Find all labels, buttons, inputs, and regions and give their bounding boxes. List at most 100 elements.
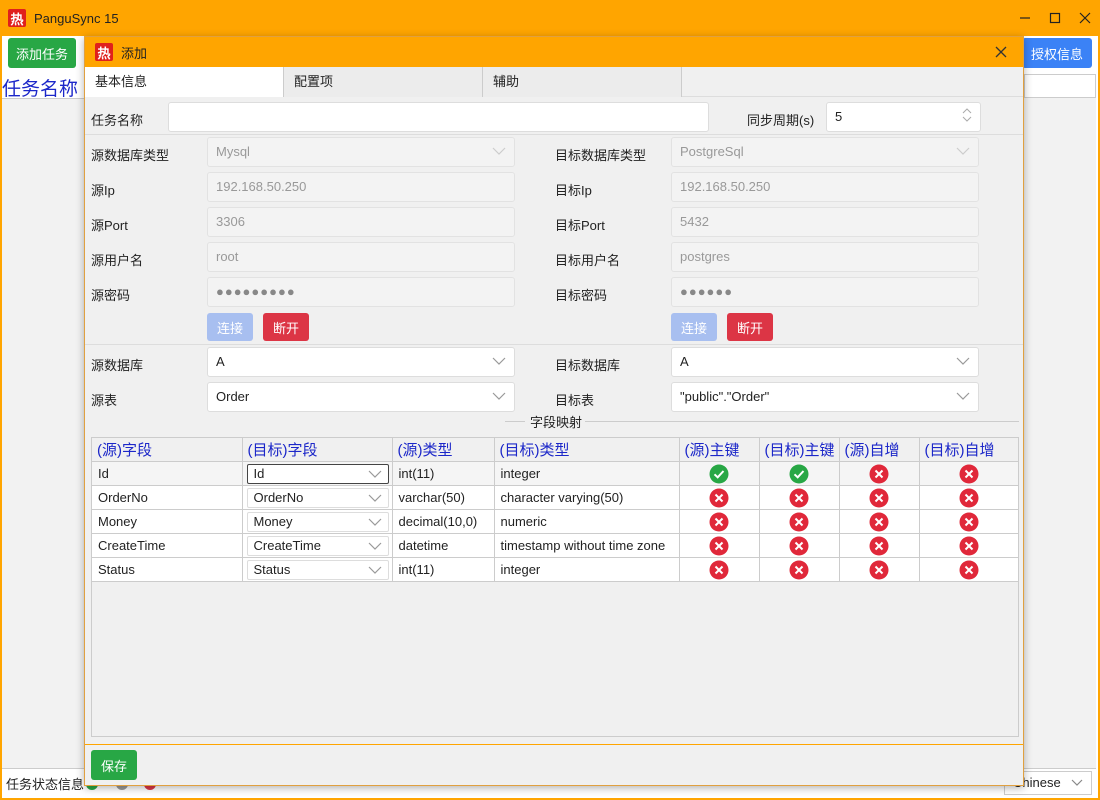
source-database-select[interactable]: A	[207, 347, 515, 377]
sync-period-value: 5	[835, 109, 843, 124]
target-db-type-select[interactable]: PostgreSql	[671, 137, 979, 167]
cross-icon	[839, 509, 920, 534]
source-port-input[interactable]: 3306	[207, 207, 515, 237]
sync-period-label: 同步周期(s)	[747, 113, 815, 128]
target-table-select[interactable]: "public"."Order"	[671, 382, 979, 412]
cross-icon	[679, 485, 760, 510]
column-header[interactable]: (目标)字段	[242, 438, 393, 462]
target-type-cell: numeric	[494, 509, 680, 534]
app-logo-icon: 热	[8, 9, 26, 28]
chevron-down-icon	[368, 542, 381, 550]
source-field-cell: Id	[92, 461, 243, 486]
target-field-select[interactable]: Money	[246, 511, 389, 532]
column-header[interactable]: (目标)主键	[759, 438, 840, 462]
cross-icon	[839, 461, 920, 486]
dialog-footer-divider	[85, 744, 1023, 745]
source-database-value: A	[216, 354, 225, 369]
source-user-input[interactable]: root	[207, 242, 515, 272]
target-table-label: 目标表	[555, 393, 595, 408]
maximize-icon[interactable]	[1040, 0, 1070, 36]
target-connect-button[interactable]: 连接	[671, 313, 717, 341]
main-titlebar: 热 PanguSync 15	[0, 0, 1100, 36]
chevron-down-icon[interactable]	[962, 116, 972, 122]
cross-icon	[839, 533, 920, 558]
target-field-cell: Money	[242, 509, 393, 534]
source-table-value: Order	[216, 389, 250, 404]
target-password-label: 目标密码	[555, 288, 608, 303]
table-row[interactable]: CreateTime CreateTime datetime timestamp wi…	[92, 533, 1019, 558]
target-field-select[interactable]: CreateTime	[246, 535, 389, 556]
task-list-area	[2, 98, 84, 768]
dialog-logo-icon: 热	[95, 43, 113, 62]
source-type-cell: int(11)	[392, 557, 495, 582]
target-field-select[interactable]: Status	[246, 559, 389, 580]
save-button[interactable]: 保存	[91, 750, 137, 780]
column-header[interactable]: (源)类型	[392, 438, 495, 462]
source-type-cell: int(11)	[392, 461, 495, 486]
chevron-up-icon[interactable]	[962, 108, 972, 114]
dialog-tabs: 基本信息 配置项 辅助	[85, 67, 1023, 97]
add-task-dialog: 热 添加 基本信息 配置项 辅助 任务名称 同步周期(s) 5 源数据库类型 M…	[84, 36, 1024, 786]
source-type-cell: decimal(10,0)	[392, 509, 495, 534]
add-task-button[interactable]: 添加任务	[8, 38, 76, 68]
cross-icon	[919, 461, 1019, 486]
window-controls	[1010, 0, 1100, 36]
target-ip-label: 目标Ip	[555, 183, 592, 198]
source-password-input[interactable]: ●●●●●●●●●	[207, 277, 515, 307]
target-field-value: Money	[253, 513, 293, 529]
tab-config[interactable]: 配置项	[284, 67, 483, 97]
source-disconnect-button[interactable]: 断开	[263, 313, 309, 341]
license-button[interactable]: 授权信息	[1022, 38, 1092, 68]
target-database-select[interactable]: A	[671, 347, 979, 377]
dialog-close-icon[interactable]	[991, 42, 1011, 62]
target-field-value: Status	[253, 561, 291, 577]
grid-header-row: (源)字段 (目标)字段 (源)类型 (目标)类型 (源)主键 (目标)主键 (…	[92, 438, 1019, 462]
source-table-label: 源表	[91, 393, 118, 408]
target-field-select[interactable]: OrderNo	[246, 487, 389, 508]
tab-basic-info[interactable]: 基本信息	[85, 67, 284, 97]
chevron-down-icon	[1071, 779, 1083, 786]
field-mapping-grid: (源)字段 (目标)字段 (源)类型 (目标)类型 (源)主键 (目标)主键 (…	[91, 437, 1019, 737]
cross-icon	[679, 557, 760, 582]
cross-icon	[839, 557, 920, 582]
target-user-input[interactable]: postgres	[671, 242, 979, 272]
chevron-down-icon	[368, 518, 381, 526]
source-type-cell: varchar(50)	[392, 485, 495, 510]
target-disconnect-button[interactable]: 断开	[727, 313, 773, 341]
chevron-down-icon	[368, 566, 381, 574]
stepper-arrows[interactable]	[962, 108, 972, 122]
minimize-icon[interactable]	[1010, 0, 1040, 36]
cross-icon	[839, 485, 920, 510]
tab-assist[interactable]: 辅助	[483, 67, 682, 97]
task-list-right-area	[1024, 98, 1096, 768]
target-type-cell: integer	[494, 557, 680, 582]
source-connect-button[interactable]: 连接	[207, 313, 253, 341]
source-ip-label: 源Ip	[91, 183, 115, 198]
target-ip-input[interactable]: 192.168.50.250	[671, 172, 979, 202]
column-header[interactable]: (目标)类型	[494, 438, 680, 462]
target-password-input[interactable]: ●●●●●●	[671, 277, 979, 307]
table-row[interactable]: Id Id int(11) integer	[92, 461, 1019, 486]
task-name-input[interactable]	[168, 102, 709, 132]
mapping-title-line	[585, 421, 1019, 422]
table-row[interactable]: Money Money decimal(10,0) numeric	[92, 509, 1019, 534]
target-db-type-value: PostgreSql	[680, 144, 744, 159]
source-type-cell: datetime	[392, 533, 495, 558]
source-ip-input[interactable]: 192.168.50.250	[207, 172, 515, 202]
mapping-title-line	[505, 421, 525, 422]
target-port-input[interactable]: 5432	[671, 207, 979, 237]
column-header[interactable]: (源)字段	[92, 438, 243, 462]
cross-icon	[919, 509, 1019, 534]
source-db-type-select[interactable]: Mysql	[207, 137, 515, 167]
close-window-icon[interactable]	[1070, 0, 1100, 36]
column-header[interactable]: (目标)自增	[919, 438, 1019, 462]
source-table-select[interactable]: Order	[207, 382, 515, 412]
table-row[interactable]: OrderNo OrderNo varchar(50) character varyi…	[92, 485, 1019, 510]
sync-period-stepper[interactable]: 5	[826, 102, 981, 132]
column-header[interactable]: (源)自增	[839, 438, 920, 462]
task-name-column-header: 任务名称	[2, 79, 79, 100]
column-header[interactable]: (源)主键	[679, 438, 760, 462]
dialog-titlebar: 热 添加	[85, 37, 1023, 67]
table-row[interactable]: Status Status int(11) integer	[92, 557, 1019, 582]
target-field-select[interactable]: Id	[246, 463, 389, 484]
